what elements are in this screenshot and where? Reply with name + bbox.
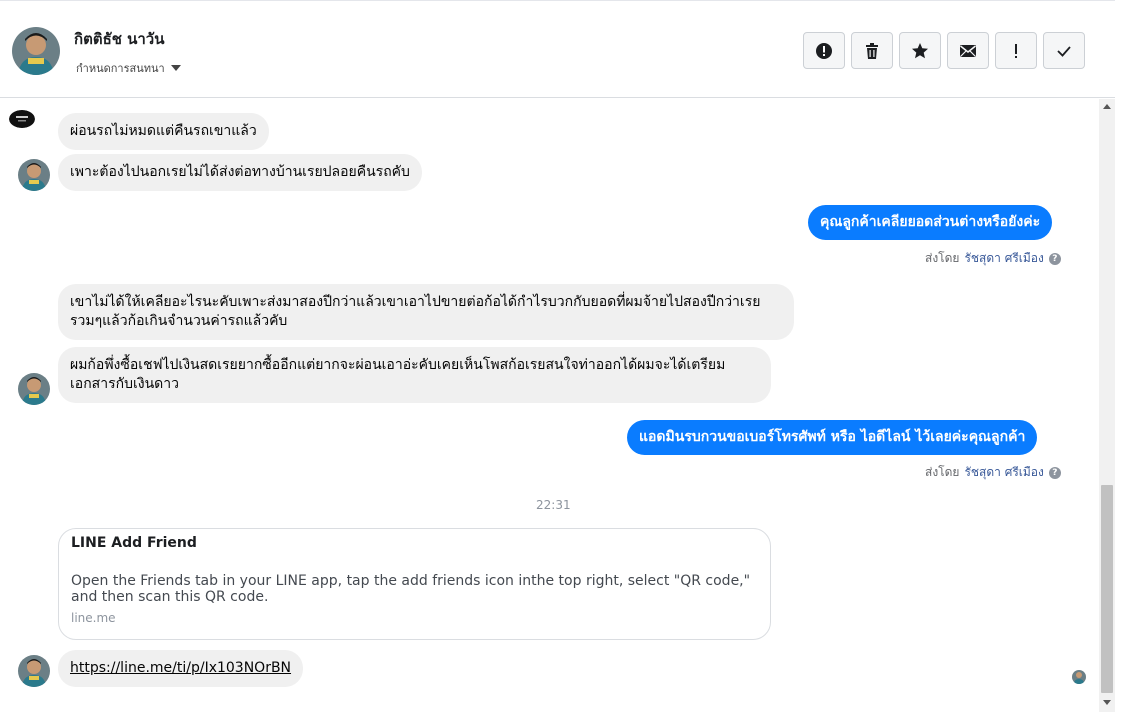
report-button[interactable] — [803, 32, 845, 69]
message-thread: ผ่อนรถไม่หมดแต่คืนรถเขาแล้ว เพาะต้องไปนอ… — [0, 99, 1099, 712]
contact-avatar-small[interactable] — [18, 159, 50, 191]
link-preview-title: LINE Add Friend — [71, 535, 197, 551]
incoming-message[interactable]: ผมก้อพึ่งซื้อเชฟไปเงินสดเรยยากซื้ออีกแต่… — [58, 347, 771, 403]
link-preview-description: Open the Friends tab in your LINE app, t… — [71, 573, 751, 605]
conversation-header: กิตติธัช นาวัน กำหนดการสนทนา — [0, 0, 1115, 98]
help-icon[interactable]: ? — [1048, 466, 1061, 479]
message-timestamp: 22:31 — [536, 498, 571, 512]
link-preview-card[interactable]: LINE Add Friend Open the Friends tab in … — [58, 528, 771, 640]
star-button[interactable] — [899, 32, 941, 69]
seen-avatar — [1072, 670, 1086, 684]
line-link[interactable]: https://line.me/ti/p/Ix103NOrBN — [70, 660, 291, 676]
contact-name[interactable]: กิตติธัช นาวัน — [74, 27, 164, 51]
thread-scrollbar[interactable] — [1099, 99, 1115, 712]
check-icon — [1057, 45, 1071, 57]
trash-icon — [866, 42, 878, 59]
scrollbar-thumb[interactable] — [1101, 485, 1113, 693]
scroll-down-arrow-icon[interactable] — [1103, 700, 1111, 705]
agent-name-link[interactable]: รัชสุดา ศรีเมือง — [964, 249, 1043, 268]
star-icon — [912, 42, 928, 58]
done-button[interactable] — [1043, 32, 1085, 69]
sent-by-prefix: ส่งโดย — [925, 251, 960, 265]
incoming-message[interactable]: ผ่อนรถไม่หมดแต่คืนรถเขาแล้ว — [58, 113, 269, 150]
delete-button[interactable] — [851, 32, 893, 69]
outgoing-message[interactable]: คุณลูกค้าเคลียยอดส่วนต่างหรือยังค่ะ — [808, 205, 1053, 240]
alert-icon — [816, 42, 832, 59]
incoming-message[interactable]: เพาะต้องไปนอกเรยไม่ได้ส่งต่อทางบ้านเรยปล… — [58, 154, 422, 191]
assign-label: กำหนดการสนทนา — [76, 62, 165, 75]
page-logo-avatar — [9, 110, 35, 128]
caret-down-icon — [170, 65, 181, 71]
incoming-message[interactable]: เขาไม่ได้ให้เคลียอะไรนะคับเพาะส่งมาสองปี… — [58, 284, 794, 340]
scroll-up-arrow-icon[interactable] — [1103, 104, 1111, 109]
envelope-icon — [960, 44, 976, 57]
agent-name-link[interactable]: รัชสุดา ศรีเมือง — [964, 463, 1043, 482]
sent-by-prefix: ส่งโดย — [925, 465, 960, 479]
conversation-toolbar — [803, 32, 1085, 69]
contact-avatar-small[interactable] — [18, 373, 50, 405]
outgoing-message[interactable]: แอดมินรบกวนขอเบอร์โทรศัพท์ หรือ ไอดีไลน์… — [627, 420, 1038, 455]
sent-by-line: ส่งโดย รัชสุดา ศรีเมือง ? — [925, 463, 1061, 482]
sent-by-line: ส่งโดย รัชสุดา ศรีเมือง ? — [925, 249, 1061, 268]
incoming-link-message[interactable]: https://line.me/ti/p/Ix103NOrBN — [58, 650, 304, 687]
help-icon[interactable]: ? — [1048, 252, 1061, 265]
exclamation-icon — [1015, 43, 1017, 58]
contact-avatar[interactable] — [12, 27, 60, 75]
follow-up-button[interactable] — [995, 32, 1037, 69]
mark-unread-button[interactable] — [947, 32, 989, 69]
contact-avatar-small[interactable] — [18, 655, 50, 687]
link-preview-domain: line.me — [71, 611, 116, 625]
assign-conversation-dropdown[interactable]: กำหนดการสนทนา — [76, 59, 181, 77]
